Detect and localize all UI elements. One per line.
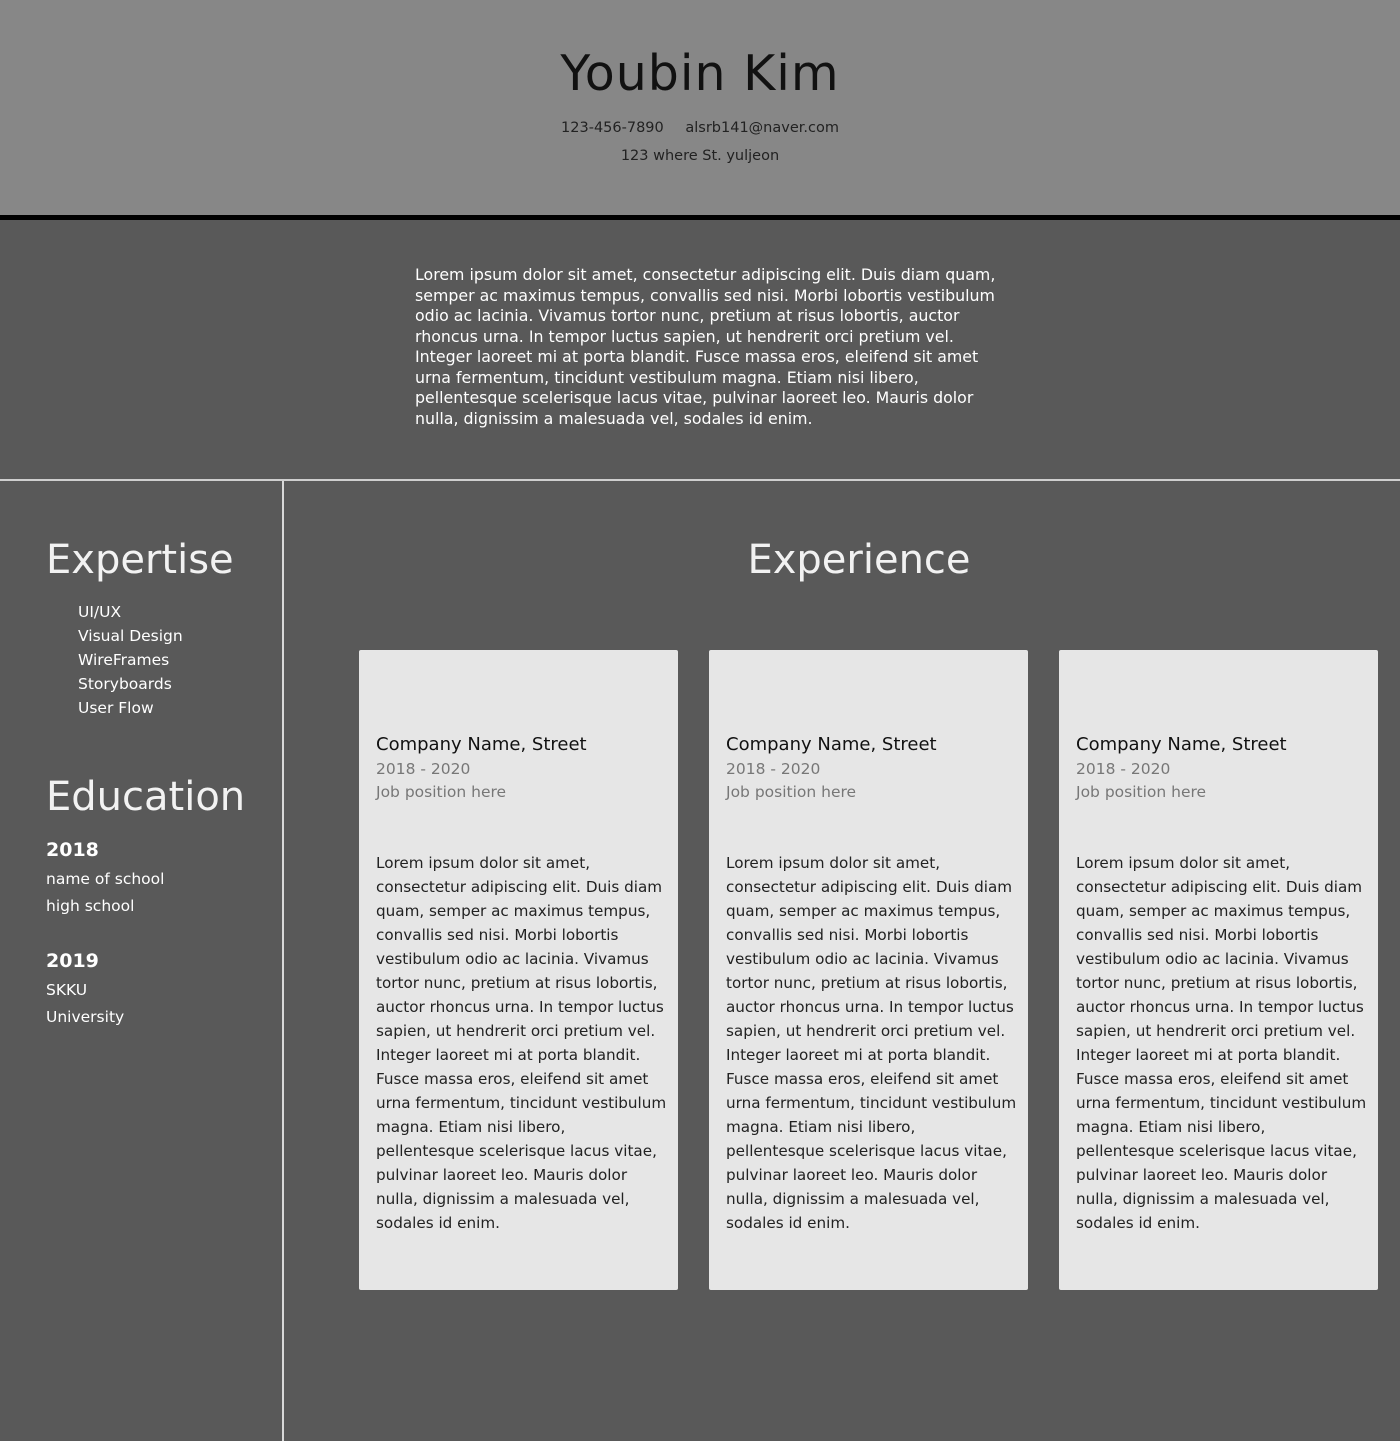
job-position: Job position here [726,783,857,801]
company-name: Company Name, Street [726,734,937,755]
experience-heading: Experience [747,537,971,583]
expertise-item: WireFrames [78,651,170,669]
job-description: Lorem ipsum dolor sit amet, consectetur … [1076,854,1367,1232]
summary-divider [0,479,1400,481]
education-school: SKKU [46,981,88,999]
summary-text: Lorem ipsum dolor sit amet, consectetur … [415,265,996,428]
expertise-item: User Flow [78,699,154,717]
contact-line: 123-456-7890 alsrb141@naver.com [0,120,1400,136]
job-years: 2018 - 2020 [726,760,821,778]
expertise-item: Visual Design [78,627,183,645]
resume-header: Youbin Kim 123-456-7890 alsrb141@naver.c… [0,0,1400,215]
experience-card: Company Name, Street 2018 - 2020 Job pos… [359,650,678,1290]
expertise-item: UI/UX [78,603,122,621]
email-address: alsrb141@naver.com [685,120,839,136]
job-years: 2018 - 2020 [1076,760,1171,778]
experience-card: Company Name, Street 2018 - 2020 Job pos… [1059,650,1378,1290]
job-description: Lorem ipsum dolor sit amet, consectetur … [726,854,1017,1232]
expertise-item: Storyboards [78,675,172,693]
column-divider [282,481,284,1441]
education-year: 2019 [46,950,99,972]
job-position: Job position here [376,783,507,801]
job-description: Lorem ipsum dolor sit amet, consectetur … [376,854,667,1232]
education-type: University [46,1008,125,1026]
phone-number: 123-456-7890 [561,120,664,136]
company-name: Company Name, Street [376,734,587,755]
expertise-heading: Expertise [46,537,234,583]
education-heading: Education [46,774,246,820]
job-years: 2018 - 2020 [376,760,471,778]
company-name: Company Name, Street [1076,734,1287,755]
education-school: name of school [46,870,165,888]
person-name: Youbin Kim [560,45,840,102]
street-address: 123 where St. yuljeon [620,148,780,164]
education-year: 2018 [46,839,99,861]
summary-section: Lorem ipsum dolor sit amet, consectetur … [0,220,1400,479]
expertise-list: UI/UX Visual Design WireFrames Storyboar… [78,600,183,720]
education-type: high school [46,897,135,915]
experience-card: Company Name, Street 2018 - 2020 Job pos… [709,650,1028,1290]
job-position: Job position here [1076,783,1207,801]
